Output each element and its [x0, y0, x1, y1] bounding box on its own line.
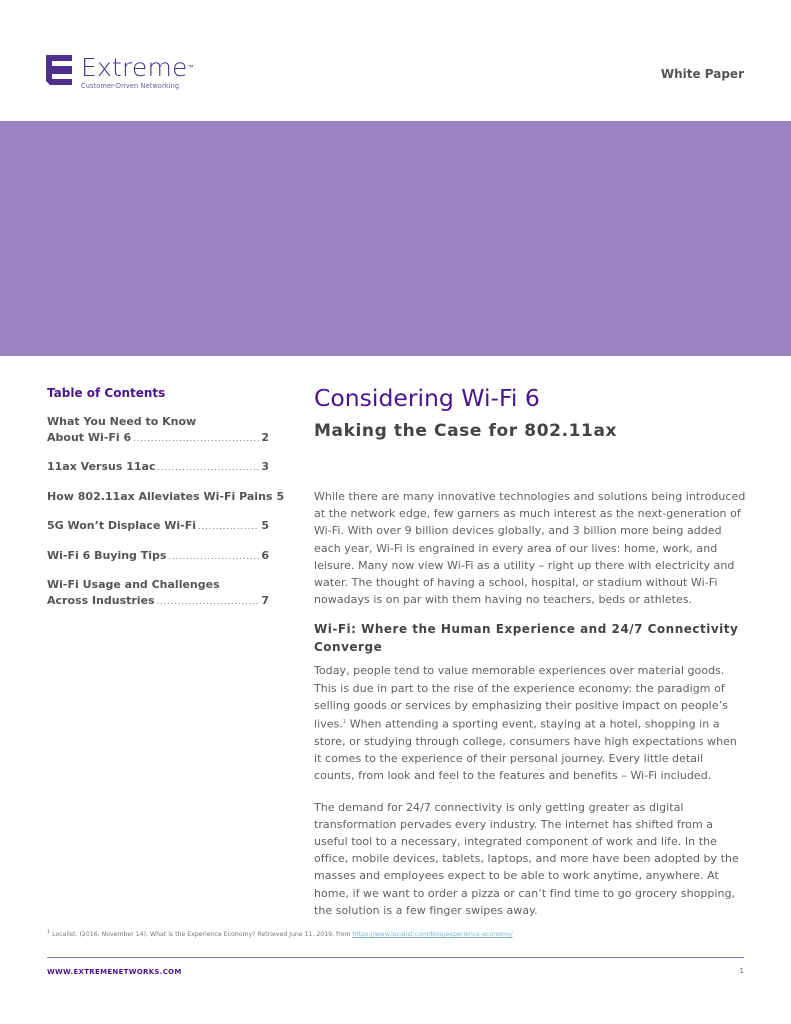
toc-item-label-line1: Wi-Fi Usage and Challenges	[47, 578, 220, 591]
toc-item[interactable]: Wi-Fi 6 Buying Tips 6	[47, 548, 269, 565]
page-header: Extreme™ Customer-Driven Networking Whit…	[0, 0, 791, 121]
intro-paragraph: While there are many innovative technolo…	[314, 490, 746, 607]
toc-item-label: Across Industries	[47, 593, 155, 607]
toc-item[interactable]: How 802.11ax Alleviates Wi-Fi Pains 5	[47, 489, 284, 506]
toc-item-label: About Wi-Fi 6	[47, 430, 132, 444]
extreme-logo: Extreme™ Customer-Driven Networking	[46, 55, 194, 90]
toc-entry: Across Industries 7	[47, 593, 269, 610]
toc-item-label: Wi-Fi 6 Buying Tips	[47, 548, 167, 562]
footer-website-link[interactable]: WWW.EXTREMENETWORKS.COM	[47, 968, 182, 976]
toc-page-number: 5	[276, 489, 285, 503]
toc-dot-leader	[168, 549, 259, 565]
footnote-link[interactable]: https://www.localist.com/blog/experience…	[352, 931, 512, 938]
toc-page-number: 7	[261, 593, 269, 607]
main-content: Considering Wi-Fi 6 Making the Case for …	[314, 384, 746, 919]
toc-dot-leader	[157, 594, 260, 610]
toc-dot-leader	[133, 431, 259, 447]
hero-banner	[0, 121, 791, 356]
extreme-logo-mark-icon	[46, 55, 72, 85]
toc-item-label: How 802.11ax Alleviates Wi-Fi Pains	[47, 489, 273, 503]
toc-item-label-line1: What You Need to Know	[47, 415, 197, 428]
toc-entry: How 802.11ax Alleviates Wi-Fi Pains 5	[47, 489, 284, 506]
document-title: Considering Wi-Fi 6	[314, 384, 540, 412]
page-number: 1	[739, 967, 744, 975]
footnote-text: Localist. (2016, November 14). What is t…	[50, 931, 353, 939]
toc-dot-leader	[157, 460, 259, 476]
toc-item[interactable]: 11ax Versus 11ac 3	[47, 459, 269, 476]
toc-entry: 5G Won’t Displace Wi-Fi 5	[47, 518, 269, 535]
toc-page-number: 5	[261, 519, 269, 532]
toc-page-number: 3	[261, 460, 269, 473]
connectivity-paragraph: The demand for 24/7 connectivity is only…	[314, 800, 739, 917]
trademark-symbol: ™	[187, 64, 194, 71]
toc-dot-leader	[198, 519, 259, 535]
document-subtitle: Making the Case for 802.11ax	[314, 421, 618, 441]
toc-item[interactable]: Wi-Fi Usage and Challenges Across Industr…	[47, 577, 269, 609]
experience-paragraph: Today, people tend to value memorable ex…	[314, 664, 737, 783]
toc-item[interactable]: What You Need to Know About Wi-Fi 6 2	[47, 414, 269, 446]
brand-tagline: Customer-Driven Networking	[81, 82, 180, 90]
toc-page-number: 6	[261, 548, 269, 562]
toc-entry: Wi-Fi 6 Buying Tips 6	[47, 548, 269, 565]
toc-title: Table of Contents	[47, 386, 166, 400]
toc-entry: 11ax Versus 11ac 3	[47, 459, 269, 476]
brand-name: Extreme	[81, 53, 188, 82]
document-type-label: White Paper	[660, 67, 744, 81]
footnote: 1 Localist. (2016, November 14). What is…	[47, 929, 513, 938]
table-of-contents: Table of Contents What You Need to Know A…	[47, 386, 284, 622]
toc-item[interactable]: 5G Won’t Displace Wi-Fi 5	[47, 518, 269, 535]
toc-item-label: 5G Won’t Displace Wi-Fi	[47, 519, 196, 532]
toc-item-label: 11ax Versus 11ac	[47, 460, 156, 473]
section-heading: Wi-Fi: Where the Human Experience and 24…	[314, 622, 739, 655]
toc-page-number: 2	[261, 430, 269, 444]
footer-divider	[47, 957, 744, 958]
toc-entry: About Wi-Fi 6 2	[47, 430, 269, 447]
toc-list: What You Need to Know About Wi-Fi 6 2 11ax …	[47, 414, 284, 609]
